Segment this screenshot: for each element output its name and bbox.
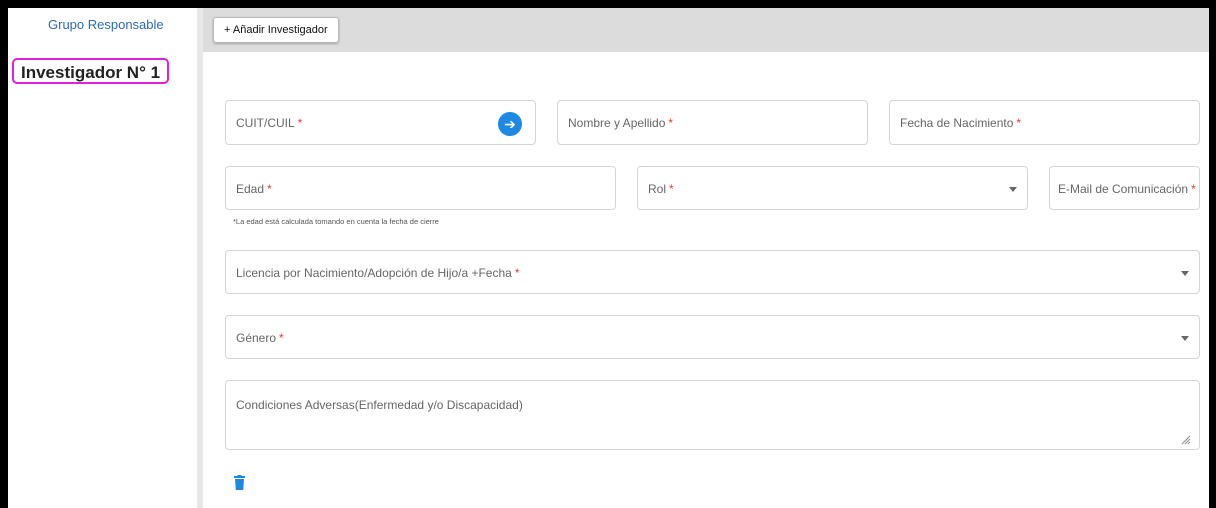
required-mark: *: [1016, 116, 1022, 130]
edad-hint: *La edad está calculada tomando en cuent…: [233, 217, 439, 226]
required-mark: *: [267, 182, 272, 196]
genero-select[interactable]: Género *: [225, 315, 1200, 359]
condiciones-textarea[interactable]: Condiciones Adversas(Enfermedad y/o Disc…: [225, 380, 1200, 450]
rol-label: Rol *: [648, 182, 674, 196]
section-title: Investigador N° 1: [12, 58, 170, 84]
chevron-down-icon[interactable]: [1181, 336, 1189, 341]
fecha-nacimiento-label: Fecha de Nacimiento *: [900, 116, 1022, 130]
rol-select[interactable]: Rol *: [637, 166, 1028, 210]
frame-top-border: [0, 0, 1216, 8]
required-mark: *: [514, 266, 520, 280]
required-mark: *: [279, 331, 284, 345]
email-field[interactable]: E-Mail de Comunicación *: [1049, 166, 1200, 210]
frame-left-border: [0, 0, 8, 508]
add-investigator-button[interactable]: + Añadir Investigador: [213, 17, 339, 43]
cuit-field[interactable]: CUIT/CUIL * ➔: [225, 100, 536, 145]
nombre-field[interactable]: Nombre y Apellido *: [557, 100, 868, 145]
required-mark: *: [669, 182, 674, 196]
email-label: E-Mail de Comunicación *: [1058, 182, 1196, 196]
fecha-nacimiento-field[interactable]: Fecha de Nacimiento *: [889, 100, 1200, 145]
edad-label: Edad *: [236, 182, 272, 196]
licencia-select[interactable]: Licencia por Nacimiento/Adopción de Hijo…: [225, 250, 1200, 294]
nombre-label: Nombre y Apellido *: [568, 116, 674, 130]
edad-field[interactable]: Edad *: [225, 166, 616, 210]
chevron-down-icon[interactable]: [1009, 187, 1017, 192]
frame-right-border: [1209, 0, 1216, 508]
resize-handle-icon[interactable]: [1181, 435, 1191, 445]
required-mark: *: [1191, 182, 1196, 196]
genero-label: Género *: [236, 331, 284, 345]
required-mark: *: [297, 116, 303, 130]
sidebar-link-grupo-responsable[interactable]: Grupo Responsable: [48, 17, 164, 32]
condiciones-label: Condiciones Adversas(Enfermedad y/o Disc…: [236, 398, 523, 412]
chevron-down-icon[interactable]: [1181, 271, 1189, 276]
required-mark: *: [668, 116, 674, 130]
cuit-label: CUIT/CUIL *: [236, 116, 303, 130]
arrow-right-icon[interactable]: ➔: [498, 112, 522, 136]
trash-icon[interactable]: [234, 475, 245, 490]
licencia-label: Licencia por Nacimiento/Adopción de Hijo…: [236, 266, 520, 280]
